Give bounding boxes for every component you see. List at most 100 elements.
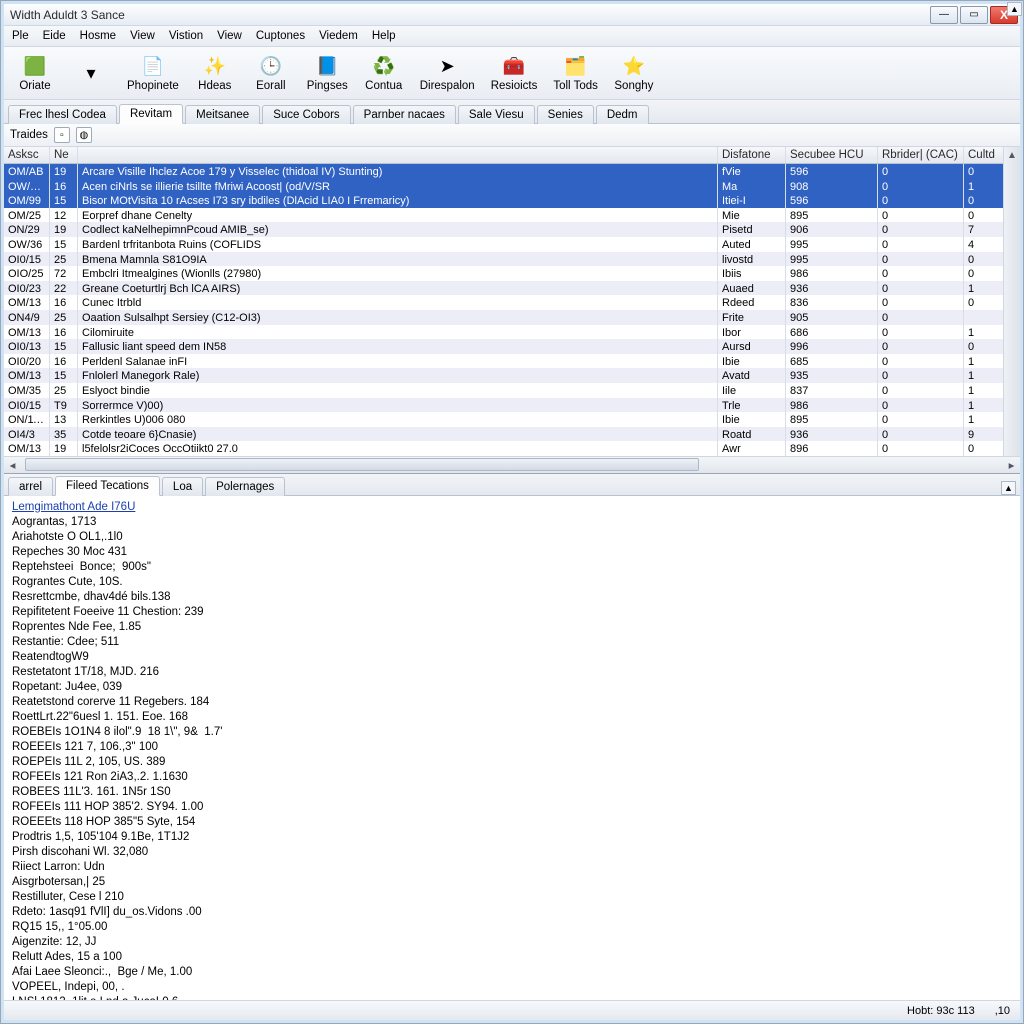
toolbar-button[interactable]: 🟩 Oriate (10, 51, 60, 95)
menu-item[interactable]: Eide (43, 30, 66, 42)
column-header[interactable] (78, 147, 718, 163)
table-row[interactable]: OM/1316CilomiruiteIbor68601 (4, 325, 1020, 340)
globe-icon[interactable]: ◍ (76, 127, 92, 143)
toolbar-button[interactable]: 📘Pingses (302, 51, 353, 95)
maximize-button[interactable]: ▭ (960, 6, 988, 24)
table-row[interactable]: ON/2919Codlect kaNelhepimnPcoud AMIB_se)… (4, 222, 1020, 237)
toolbar-button[interactable]: 🕒Eorall (246, 51, 296, 95)
collapse-up-icon[interactable]: ▲ (1007, 2, 1022, 16)
status-text: ,10 (995, 1005, 1010, 1017)
column-header[interactable]: Cultd (964, 147, 1004, 163)
toolbar-icon: ➤ (435, 54, 459, 78)
statusbar: Hobt: 93c 113 ,10 (4, 1000, 1020, 1020)
menu-item[interactable]: Cuptones (256, 30, 305, 42)
toolbar-label: Contua (365, 80, 402, 92)
scroll-up-icon[interactable]: ▲ (1004, 147, 1020, 163)
table-row[interactable]: OM/1316Cunec ItrbldRdeed83600 (4, 295, 1020, 310)
detail-line: Aisgrbotersan,| 25 (12, 875, 1012, 890)
page-icon[interactable]: ▫ (54, 127, 70, 143)
vertical-scrollbar[interactable]: ▲ (1003, 147, 1020, 456)
column-header[interactable]: Disfatone (718, 147, 786, 163)
table-row[interactable]: OM/2512Eorpref dhane CeneltyMie89500 (4, 208, 1020, 223)
table-row[interactable]: ON4/925Oaation Sulsalhpt Sersiey (C12-OI… (4, 310, 1020, 325)
detail-header-link[interactable]: Lemgimathont Ade I76U (12, 501, 135, 513)
table-row[interactable]: OW/3615Bardenl trfritanbota Ruins (COFLI… (4, 237, 1020, 252)
lower-tabstrip: arrelFileed TecationsLoaPolernages ▲ (4, 474, 1020, 496)
toolbar: 🟩Oriate▾📄Phopinete✨Hdeas🕒Eorall📘Pingses♻… (4, 47, 1020, 100)
tab[interactable]: Senies (537, 105, 594, 124)
detail-line: Aigenzite: 12, JJ (12, 935, 1012, 950)
table-row[interactable]: OIO/2572Embclri Itmealgines (Wionlls (27… (4, 266, 1020, 281)
tab[interactable]: Frec lhesl Codea (8, 105, 117, 124)
column-header[interactable]: Rbrider| (CAC) (878, 147, 964, 163)
menu-item[interactable]: Help (372, 30, 396, 42)
grid-header: Asksc Ne Disfatone Secubee HCU Rbrider| … (4, 147, 1020, 164)
toolbar-icon: 🧰 (502, 54, 526, 78)
toolbar-button[interactable]: ✨Hdeas (190, 51, 240, 95)
tab[interactable]: arrel (8, 477, 53, 496)
tab[interactable]: Sale Viesu (458, 105, 535, 124)
toolbar-button[interactable]: ▾ (66, 51, 116, 95)
column-header[interactable]: Secubee HCU (786, 147, 878, 163)
detail-line: ROBEES 11L'3. 161. 1N5r 1S0 (12, 785, 1012, 800)
toolbar-button[interactable]: ⭐Songhy (609, 51, 659, 95)
toolbar-button[interactable]: 🗂️Toll Tods (548, 51, 603, 95)
detail-line: Restilluter, Cese l 210 (12, 890, 1012, 905)
table-row[interactable]: OM/AB19Arcare Visille Ihclez Acoe 179 y … (4, 164, 1020, 179)
toolbar-button[interactable]: ➤ Direspalon (415, 51, 480, 95)
toolbar-icon: ▾ (79, 61, 103, 85)
detail-line: ROFEEIs 111 HOP 385'2. SY94. 1.00 (12, 800, 1012, 815)
toolbar-label: Hdeas (198, 80, 231, 92)
menu-item[interactable]: Hosme (80, 30, 116, 42)
collapse-up-icon[interactable]: ▲ (1001, 481, 1016, 495)
horizontal-scrollbar[interactable]: ◂ ▸ (4, 456, 1020, 473)
table-row[interactable]: OI4/335Cotde teoare 6}Cnasie)Roatd93609 (4, 427, 1020, 442)
table-row[interactable]: OM/9915Bisor MOtVisita 10 rAcses I73 sry… (4, 193, 1020, 208)
detail-line: ROEBEIs 1O1N4 8 ilol".9 18 1\", 9& 1.7' (12, 725, 1012, 740)
menu-item[interactable]: View (130, 30, 155, 42)
menu-item[interactable]: Ple (12, 30, 29, 42)
toolbar-button[interactable]: 🧰Resioicts (486, 51, 543, 95)
column-header[interactable]: Asksc (4, 147, 50, 163)
toolbar-icon: 📄 (141, 54, 165, 78)
toolbar-icon: 🟩 (23, 54, 47, 78)
detail-line: Aograntas, 1713 (12, 515, 1012, 530)
scroll-left-icon[interactable]: ◂ (4, 457, 21, 472)
minimize-button[interactable]: — (930, 6, 958, 24)
menu-item[interactable]: Viedem (319, 30, 358, 42)
tab[interactable]: Fileed Tecations (55, 476, 160, 496)
detail-line: Resrettcmbe, dhav4dé bils.138 (12, 590, 1012, 605)
toolbar-label: Direspalon (420, 80, 475, 92)
tab[interactable]: Suce Cobors (262, 105, 350, 124)
tab[interactable]: Loa (162, 477, 203, 496)
scrollbar-thumb[interactable] (25, 458, 699, 471)
detail-panel: Lemgimathont Ade I76U Aograntas, 1713Ari… (4, 496, 1020, 1000)
table-row[interactable]: ON/11313Rerkintles U)006 080Ibie89501 (4, 412, 1020, 427)
table-row[interactable]: OI0/1525Bmena Mamnla S81O9IAlivostd99500 (4, 252, 1020, 267)
tab[interactable]: Polernages (205, 477, 285, 496)
tab[interactable]: Parnber nacaes (353, 105, 456, 124)
table-row[interactable]: OI0/1315Fallusic liant speed dem IN58Aur… (4, 339, 1020, 354)
toolbar-button[interactable]: 📄Phopinete (122, 51, 184, 95)
table-row[interactable]: OI0/2322Greane Coeturtlrj Bch lCA AIRS)A… (4, 281, 1020, 296)
toolbar-button[interactable]: ♻️ Contua (359, 51, 409, 95)
scroll-right-icon[interactable]: ▸ (1003, 457, 1020, 472)
detail-line: Roprentes Nde Fee, 1.85 (12, 620, 1012, 635)
detail-line: VOPEEL, Indepi, 00, . (12, 980, 1012, 995)
menu-item[interactable]: Vistion (169, 30, 203, 42)
tab[interactable]: Revitam (119, 104, 183, 124)
table-row[interactable]: OM/3525Eslyoct bindieIile83701 (4, 383, 1020, 398)
toolbar-icon: ♻️ (372, 54, 396, 78)
column-header[interactable]: Ne (50, 147, 78, 163)
menu-item[interactable]: View (217, 30, 242, 42)
table-row[interactable]: OM/1315Fnlolerl Manegork Rale)Avatd93501 (4, 368, 1020, 383)
tab[interactable]: Dedm (596, 105, 649, 124)
table-row[interactable]: OI0/15T9Sorrermce V)00)Trle98601 (4, 398, 1020, 413)
table-row[interactable]: OM/1319l5felolsr2iCoces OccOtiikt0 27.0A… (4, 441, 1020, 456)
tab[interactable]: Meitsanee (185, 105, 260, 124)
table-row[interactable]: OW/61316Acen ciNrls se illierie tsillte … (4, 179, 1020, 194)
table-row[interactable]: OI0/2016Perldenl Salanae inFIIbie68501 (4, 354, 1020, 369)
toolbar-label: Oriate (19, 80, 50, 92)
detail-line: Ariahotste O OL1,.1l0 (12, 530, 1012, 545)
detail-line: Reatetstond corerve 11 Regebers. 184 (12, 695, 1012, 710)
